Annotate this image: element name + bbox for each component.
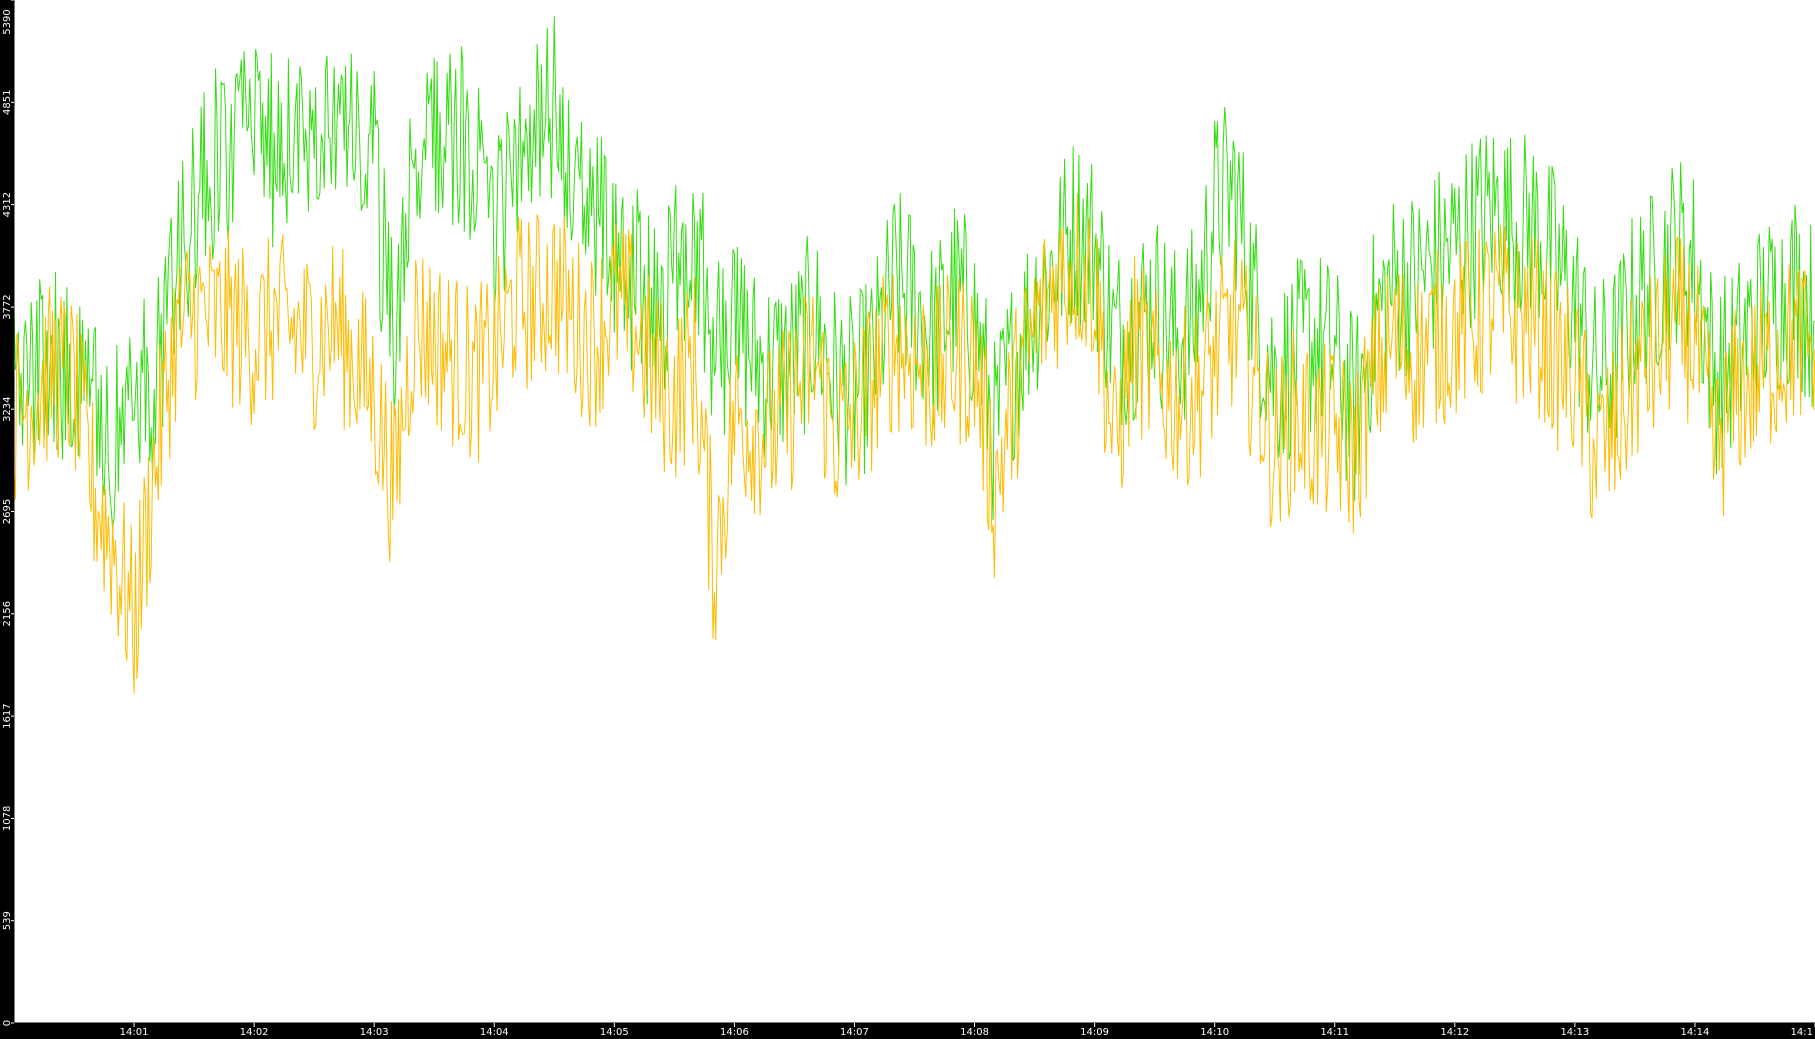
y-tick-label: 4851 bbox=[2, 90, 13, 115]
x-tick-label: 14:13 bbox=[1560, 1027, 1589, 1038]
y-tick-label: 1078 bbox=[2, 806, 13, 831]
x-tick-label: 14:05 bbox=[600, 1027, 629, 1038]
plot-area bbox=[14, 0, 1815, 1023]
x-tick-label: 14:03 bbox=[360, 1027, 389, 1038]
x-tick-label: 14:08 bbox=[960, 1027, 989, 1038]
y-tick-label: 5390 bbox=[2, 9, 13, 34]
x-tick-label: 14:14 bbox=[1681, 1027, 1710, 1038]
y-tick-label: 539 bbox=[2, 911, 13, 930]
x-tick-label: 14:11 bbox=[1320, 1027, 1349, 1038]
x-tick-label: 14:04 bbox=[480, 1027, 509, 1038]
x-tick-label: 14:02 bbox=[240, 1027, 269, 1038]
x-tick-label: 14:07 bbox=[840, 1027, 869, 1038]
x-tick-label: 14:12 bbox=[1440, 1027, 1469, 1038]
x-tick-label: 14:1 bbox=[1791, 1027, 1813, 1038]
x-tick-group: 14:01 14:02 14:03 14:04 14:05 14:06 14:07 14:08… bbox=[120, 1023, 1815, 1038]
y-tick-label: 3772 bbox=[2, 294, 13, 319]
y-tick-label: 2156 bbox=[2, 601, 13, 626]
chart-frame: 0 539 1078 1617 2156 2695 3234 3772 4312 4851 5390… bbox=[0, 0, 1815, 1039]
x-tick-label: 14:09 bbox=[1080, 1027, 1109, 1038]
y-tick-label: 0 bbox=[2, 1020, 13, 1026]
y-tick-label: 1617 bbox=[2, 703, 13, 728]
y-tick-label: 2695 bbox=[2, 499, 13, 524]
x-tick-label: 14:10 bbox=[1200, 1027, 1229, 1038]
y-tick-label: 4312 bbox=[2, 192, 13, 217]
line-chart: 0 539 1078 1617 2156 2695 3234 3772 4312 4851 5390… bbox=[2, 0, 1815, 1038]
y-tick-label: 3234 bbox=[2, 396, 13, 421]
x-tick-label: 14:06 bbox=[720, 1027, 749, 1038]
x-tick-label: 14:01 bbox=[120, 1027, 149, 1038]
y-tick-group: 0 539 1078 1617 2156 2695 3234 3772 4312 4851 5390 bbox=[2, 0, 14, 1026]
